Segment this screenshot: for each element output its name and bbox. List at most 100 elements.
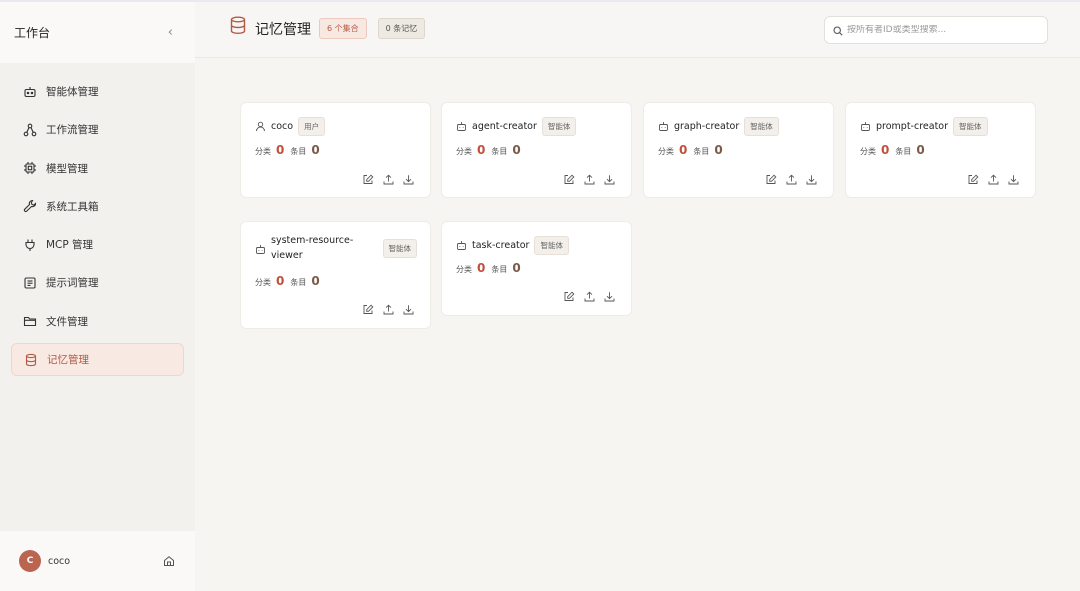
edit-icon[interactable]: [363, 304, 374, 315]
entries-label: 条目: [290, 147, 307, 156]
entries-count: 0: [916, 143, 925, 157]
bot-icon: [658, 117, 669, 136]
category-label: 分类: [658, 147, 674, 156]
entries-label: 条目: [491, 265, 508, 274]
edit-icon[interactable]: [968, 174, 979, 185]
bot-icon: [456, 117, 467, 136]
download-icon[interactable]: [604, 174, 615, 185]
sidebar-item-models[interactable]: 模型管理: [11, 152, 184, 185]
entries-label: 条目: [290, 278, 307, 287]
entries-count: 0: [714, 143, 723, 157]
wrench-icon: [23, 199, 37, 213]
card-stats: 分类 0 条目 0: [456, 261, 527, 275]
memory-count-badge: 0 条记忆: [377, 18, 426, 39]
card-name: prompt-creator: [876, 121, 949, 132]
bot-icon: [860, 117, 871, 136]
upload-icon[interactable]: [584, 174, 595, 185]
collection-count-badge: 6 个集合: [319, 18, 367, 39]
card-stats: 分类 0 条目 0: [255, 143, 326, 157]
sidebar-item-workflows[interactable]: 工作流管理: [11, 113, 184, 146]
edit-icon[interactable]: [564, 174, 575, 185]
sidebar-item-label: 文件管理: [46, 315, 88, 328]
upload-icon[interactable]: [383, 174, 394, 185]
download-icon[interactable]: [403, 304, 414, 315]
card-header: graph-creator 智能体: [658, 117, 779, 136]
upload-icon[interactable]: [786, 174, 797, 185]
sidebar-item-memory[interactable]: 记忆管理: [11, 343, 184, 377]
sidebar-item-label: 智能体管理: [46, 86, 99, 98]
download-icon[interactable]: [604, 291, 615, 302]
search-box[interactable]: [824, 16, 1048, 44]
page-title: 记忆管理: [255, 22, 311, 38]
upload-icon[interactable]: [584, 291, 595, 302]
collapse-sidebar-icon[interactable]: ‹: [168, 25, 173, 40]
memory-card-system-resource-viewer[interactable]: system-resource- viewer 智能体 分类 0 条目 0: [240, 221, 431, 329]
card-actions: [363, 174, 414, 185]
sidebar-item-label: 提示词管理: [46, 277, 99, 290]
chip-icon: [23, 161, 37, 175]
home-icon[interactable]: [163, 552, 175, 571]
card-name: agent-creator: [472, 121, 537, 132]
card-type-tag: 智能体: [534, 236, 569, 255]
card-type-tag: 用户: [298, 117, 326, 136]
folder-icon: [23, 314, 37, 328]
card-type-tag: 智能体: [953, 117, 988, 136]
entries-count: 0: [311, 274, 320, 288]
sidebar-item-prompts[interactable]: 提示词管理: [11, 266, 184, 299]
category-count: 0: [477, 143, 486, 157]
card-type-tag: 智能体: [382, 239, 417, 258]
edit-icon[interactable]: [363, 174, 374, 185]
memory-card-prompt-creator[interactable]: prompt-creator 智能体 分类 0 条目 0: [845, 102, 1036, 198]
sidebar-item-files[interactable]: 文件管理: [11, 305, 184, 338]
upload-icon[interactable]: [988, 174, 999, 185]
user-icon: [255, 117, 266, 136]
download-icon[interactable]: [806, 174, 817, 185]
category-count: 0: [881, 143, 890, 157]
workflow-icon: [23, 123, 37, 137]
sidebar-item-label: 模型管理: [46, 162, 88, 175]
memory-card-agent-creator[interactable]: agent-creator 智能体 分类 0 条目 0: [441, 102, 632, 198]
download-icon[interactable]: [1008, 174, 1019, 185]
category-count: 0: [276, 274, 285, 288]
category-count: 0: [276, 143, 285, 157]
card-stats: 分类 0 条目 0: [255, 274, 326, 288]
card-name: graph-creator: [674, 121, 740, 132]
avatar[interactable]: C: [19, 550, 41, 572]
card-name-line-1: system-resource-: [271, 235, 354, 246]
user-profile[interactable]: C coco: [19, 550, 70, 572]
category-count: 0: [477, 261, 486, 275]
upload-icon[interactable]: [383, 304, 394, 315]
card-actions: [564, 174, 615, 185]
edit-icon[interactable]: [564, 291, 575, 302]
card-actions: [766, 174, 817, 185]
card-header: system-resource- viewer 智能体: [255, 235, 417, 263]
memory-card-coco[interactable]: coco 用户 分类 0 条目 0: [240, 102, 431, 198]
search-icon: [833, 21, 847, 40]
download-icon[interactable]: [403, 174, 414, 185]
search-input[interactable]: [847, 25, 1037, 35]
sidebar-item-toolbox[interactable]: 系统工具箱: [11, 190, 184, 223]
card-actions: [968, 174, 1019, 185]
card-name: coco: [271, 121, 294, 132]
card-type-tag: 智能体: [744, 117, 779, 136]
sidebar-item-label: 系统工具箱: [46, 200, 99, 213]
sidebar-nav: 智能体管理 工作流管理 模型管理 系统工具箱 MCP 管理 提示词管理 文件管理…: [0, 63, 195, 377]
card-type-tag: 智能体: [541, 117, 577, 136]
robot-icon: [23, 85, 37, 99]
sidebar-item-mcp[interactable]: MCP 管理: [11, 228, 184, 261]
category-label: 分类: [255, 147, 271, 156]
card-actions: [564, 291, 615, 302]
database-icon: [229, 16, 247, 39]
card-header: agent-creator 智能体: [456, 117, 577, 136]
sidebar-footer: C coco: [0, 531, 195, 591]
edit-icon[interactable]: [766, 174, 777, 185]
entries-label: 条目: [693, 147, 710, 156]
entries-count: 0: [512, 261, 521, 275]
sidebar: 工作台 ‹ 智能体管理 工作流管理 模型管理 系统工具箱 MCP 管理 提示词管…: [0, 2, 195, 591]
entries-count: 0: [311, 143, 320, 157]
memory-card-graph-creator[interactable]: graph-creator 智能体 分类 0 条目 0: [643, 102, 834, 198]
category-label: 分类: [456, 147, 472, 156]
sidebar-item-label: MCP 管理: [46, 239, 94, 252]
sidebar-item-agents[interactable]: 智能体管理: [11, 75, 184, 108]
memory-card-task-creator[interactable]: task-creator 智能体 分类 0 条目 0: [441, 221, 632, 316]
